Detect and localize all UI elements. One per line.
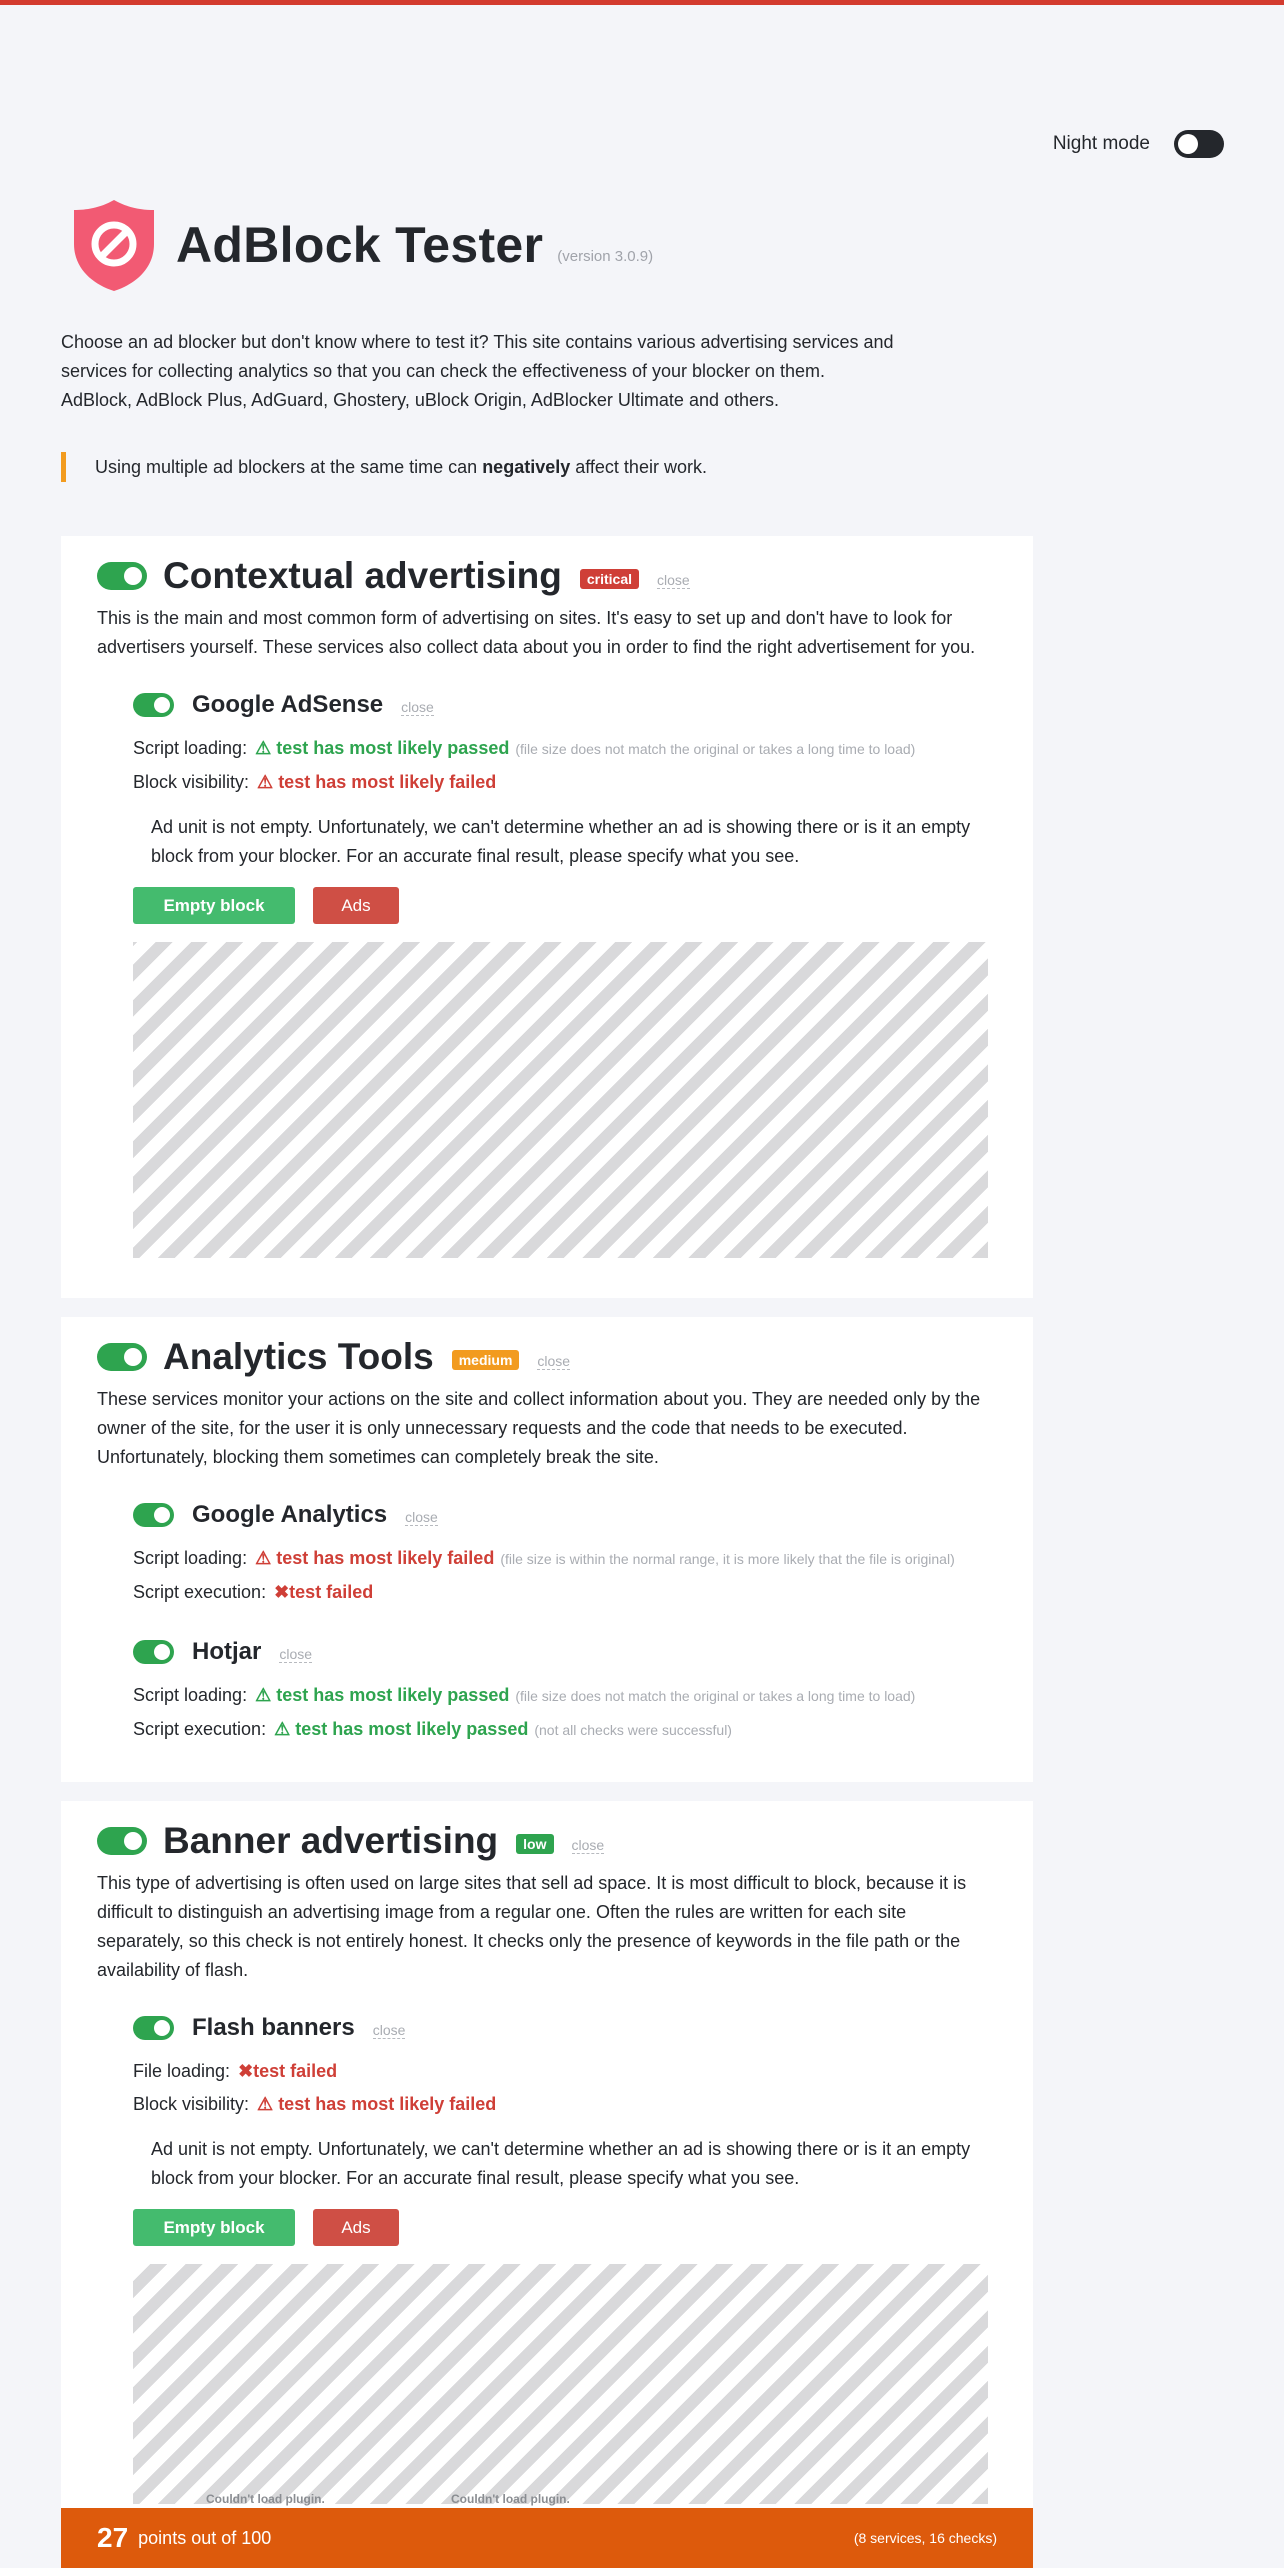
section-title: Banner advertising <box>163 1820 499 1861</box>
section-title: Contextual advertising <box>163 555 562 596</box>
service-google-analytics: Google Analytics close Script loading: ⚠… <box>133 1500 997 1609</box>
check-label: Block visibility: <box>133 2094 250 2114</box>
service-close-link[interactable]: close <box>401 699 434 716</box>
ad-unit-hint: Ad unit is not empty. Unfortunately, we … <box>151 2139 971 2188</box>
check-result: test has most likely passed <box>276 1685 510 1705</box>
check-note: (file size does not match the original o… <box>515 1688 916 1704</box>
score-points: 27 <box>97 2522 129 2553</box>
service-toggle[interactable] <box>133 1640 174 1664</box>
version-label: (version 3.0.9) <box>557 247 654 265</box>
warning-icon: ⚠ <box>274 1719 291 1739</box>
priority-badge: medium <box>451 1350 520 1370</box>
ad-unit-area <box>133 942 988 1258</box>
check-label: Script loading: <box>133 1685 248 1705</box>
service-title: Google AdSense <box>192 691 384 718</box>
priority-badge: critical <box>579 569 639 589</box>
check-row: Script loading: ⚠ test has most likely p… <box>133 1679 997 1713</box>
score-bar: 27 points out of 100 (8 services, 16 che… <box>61 2508 1033 2568</box>
check-row: Block visibility: ⚠ test has most likely… <box>133 2088 997 2121</box>
check-row: Script loading: ⚠ test has most likely f… <box>133 1542 997 1576</box>
check-label: Script execution: <box>133 1582 267 1602</box>
service-toggle[interactable] <box>133 693 174 717</box>
check-note: (file size does not match the original o… <box>515 741 916 757</box>
check-result: test has most likely passed <box>276 738 510 758</box>
score-label: points out of 100 <box>138 2527 272 2548</box>
section-close-link[interactable]: close <box>537 1353 571 1370</box>
check-result: test failed <box>289 1582 374 1602</box>
notice-text-end: affect their work. <box>570 457 707 477</box>
warning-notice: Using multiple ad blockers at the same t… <box>61 452 707 482</box>
plugin-error-message: Couldn't load plugin. <box>451 2492 570 2506</box>
site-header: AdBlock Tester (version 3.0.9) <box>72 198 653 292</box>
check-note: (not all checks were successful) <box>534 1722 732 1738</box>
check-row: Script execution: ⚠ test has most likely… <box>133 1713 997 1747</box>
service-flash-banners: Flash banners close File loading: ✖ test… <box>133 2013 997 2506</box>
check-result: test has most likely failed <box>278 2094 497 2114</box>
shield-block-icon <box>74 200 154 291</box>
check-label: Script loading: <box>133 1548 248 1568</box>
check-note: (file size is within the normal range, i… <box>500 1551 955 1567</box>
ad-unit-area: Couldn't load plugin. Couldn't load plug… <box>133 2264 988 2506</box>
ads-button[interactable]: Ads <box>313 887 399 924</box>
ad-unit-hint: Ad unit is not empty. Unfortunately, we … <box>151 817 971 866</box>
warning-icon: ⚠ <box>255 738 272 758</box>
section-description: This is the main and most common form of… <box>97 608 976 657</box>
service-close-link[interactable]: close <box>405 1509 438 1526</box>
ads-button[interactable]: Ads <box>313 2209 399 2246</box>
plugin-error-message: Couldn't load plugin. <box>206 2492 325 2506</box>
section-toggle[interactable] <box>97 562 147 590</box>
service-toggle[interactable] <box>133 1503 174 1527</box>
notice-emphasis: negatively <box>482 457 571 477</box>
night-mode-label: Night mode <box>1052 133 1150 154</box>
check-row: Script execution: ✖ test failed <box>133 1576 997 1609</box>
check-row: Script loading: ⚠ test has most likely p… <box>133 732 997 766</box>
warning-icon: ⚠ <box>255 1548 272 1568</box>
check-row: Block visibility: ⚠ test has most likely… <box>133 766 997 799</box>
section-toggle[interactable] <box>97 1343 147 1371</box>
warning-icon: ⚠ <box>255 1685 272 1705</box>
service-hotjar: Hotjar close Script loading: ⚠ test has … <box>133 1637 997 1747</box>
intro-blockers-list: AdBlock, AdBlock Plus, AdGuard, Ghostery… <box>61 390 780 410</box>
check-row: File loading: ✖ test failed <box>133 2055 997 2088</box>
warning-icon: ⚠ <box>257 2094 274 2114</box>
section-banner-advertising: Banner advertising low close This type o… <box>61 1801 1033 2568</box>
check-result: test has most likely passed <box>295 1719 529 1739</box>
section-close-link[interactable]: close <box>657 572 690 589</box>
intro-paragraph: Choose an ad blocker but don't know wher… <box>61 332 894 381</box>
check-result: test failed <box>253 2061 338 2081</box>
service-title: Hotjar <box>192 1638 262 1665</box>
score-meta: (8 services, 16 checks) <box>853 2530 997 2546</box>
check-label: File loading: <box>133 2061 231 2081</box>
page-title: AdBlock Tester <box>176 217 544 273</box>
cross-icon: ✖ <box>274 1582 290 1602</box>
check-label: Script execution: <box>133 1719 267 1739</box>
check-label: Script loading: <box>133 738 248 758</box>
service-title: Flash banners <box>192 2014 355 2041</box>
section-analytics-tools: Analytics Tools medium close These servi… <box>61 1317 1033 1782</box>
service-close-link[interactable]: close <box>279 1646 313 1663</box>
section-toggle[interactable] <box>97 1827 147 1855</box>
service-title: Google Analytics <box>192 1501 388 1528</box>
night-mode-control: Night mode <box>1053 130 1224 158</box>
section-description: These services monitor your actions on t… <box>97 1389 981 1467</box>
check-result: test has most likely failed <box>276 1548 495 1568</box>
warning-icon: ⚠ <box>257 772 274 792</box>
service-toggle[interactable] <box>133 2016 174 2040</box>
service-close-link[interactable]: close <box>372 2022 406 2039</box>
check-result: test has most likely failed <box>278 772 497 792</box>
night-mode-toggle[interactable] <box>1174 130 1224 158</box>
top-accent-bar <box>0 0 1284 5</box>
section-title: Analytics Tools <box>163 1336 434 1377</box>
empty-block-button[interactable]: Empty block <box>133 887 295 924</box>
priority-badge: low <box>516 1834 554 1854</box>
section-description: This type of advertising is often used o… <box>97 1873 967 1980</box>
section-close-link[interactable]: close <box>571 1837 605 1854</box>
intro-text: Choose an ad blocker but don't know wher… <box>61 328 921 415</box>
cross-icon: ✖ <box>238 2061 254 2081</box>
notice-text: Using multiple ad blockers at the same t… <box>95 457 483 477</box>
service-google-adsense: Google AdSense close Script loading: ⚠ t… <box>133 690 997 1258</box>
check-label: Block visibility: <box>133 772 250 792</box>
section-contextual-advertising: Contextual advertising critical close Th… <box>61 536 1033 1298</box>
empty-block-button[interactable]: Empty block <box>133 2209 295 2246</box>
